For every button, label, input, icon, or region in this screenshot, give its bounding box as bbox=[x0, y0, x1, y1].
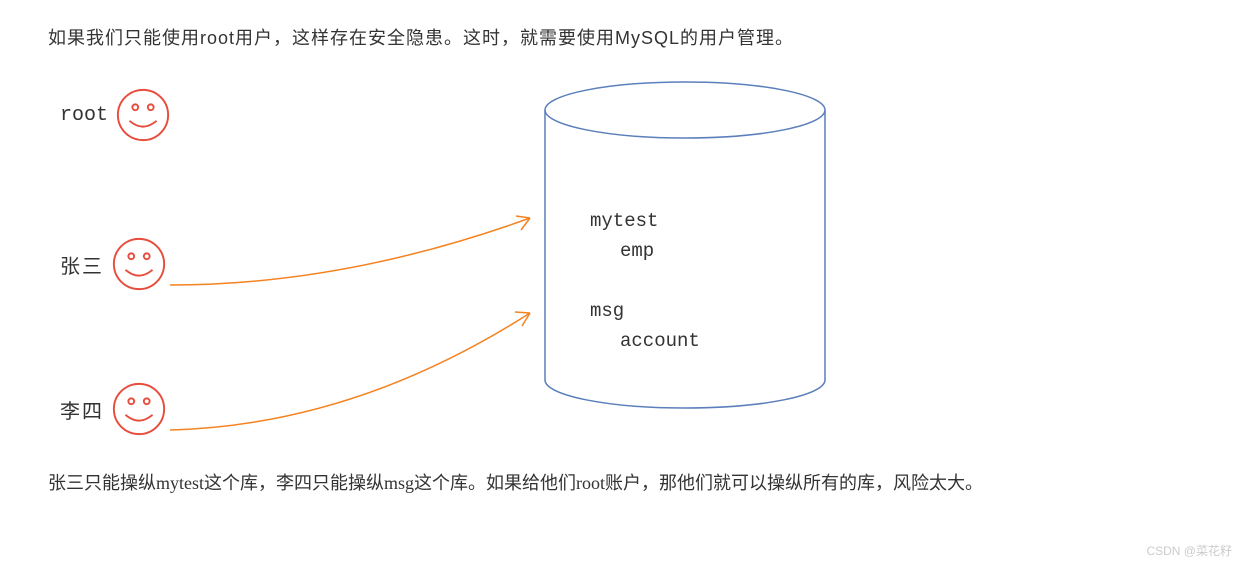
arrow-lisi-msg bbox=[165, 295, 545, 440]
user-zhangsan-row: 张三 bbox=[60, 235, 168, 293]
user-root-row: root bbox=[60, 86, 172, 144]
smiley-icon bbox=[110, 235, 168, 293]
cylinder-icon bbox=[540, 80, 830, 410]
db2-table: account bbox=[620, 330, 700, 352]
intro-paragraph: 如果我们只能使用root用户，这样存在安全隐患。这时，就需要使用MySQL的用户… bbox=[48, 24, 794, 50]
user-lisi-row: 李四 bbox=[60, 380, 168, 438]
db1-name: mytest bbox=[590, 210, 658, 232]
user-lisi-label: 李四 bbox=[60, 395, 104, 424]
arrow-zhangsan-mytest bbox=[165, 200, 545, 300]
database-cylinder: mytest emp msg account bbox=[540, 80, 830, 410]
smiley-icon bbox=[110, 380, 168, 438]
db2-name: msg bbox=[590, 300, 624, 322]
conclusion-paragraph: 张三只能操纵mytest这个库，李四只能操纵msg这个库。如果给他们root账户… bbox=[48, 470, 1098, 497]
watermark-text: CSDN @菜花籽 bbox=[1146, 542, 1232, 559]
user-zhangsan-label: 张三 bbox=[60, 250, 104, 279]
smiley-icon bbox=[114, 86, 172, 144]
db1-table: emp bbox=[620, 240, 654, 262]
user-root-label: root bbox=[60, 104, 108, 127]
